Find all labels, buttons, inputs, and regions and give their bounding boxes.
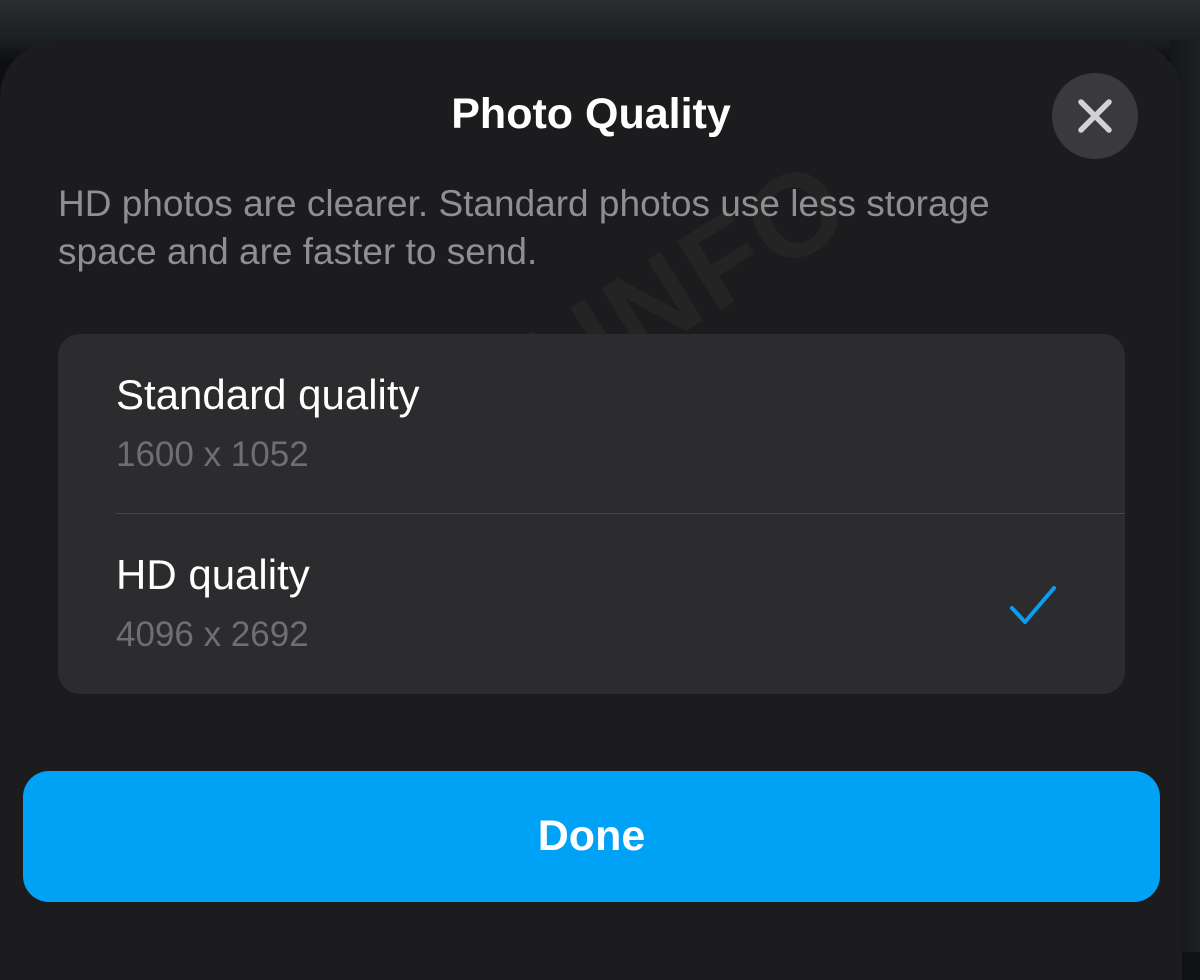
sheet-description: HD photos are clearer. Standard photos u… <box>58 183 990 272</box>
quality-options-list: Standard quality 1600 x 1052 HD quality … <box>58 334 1125 694</box>
option-label: HD quality <box>116 551 310 598</box>
option-resolution: 4096 x 2692 <box>116 615 309 654</box>
done-button[interactable]: Done <box>23 771 1160 902</box>
checkmark-icon <box>1010 586 1056 624</box>
close-icon <box>1078 99 1112 133</box>
sheet-title: Photo Quality <box>451 90 731 138</box>
option-resolution: 1600 x 1052 <box>116 435 309 474</box>
option-standard-quality[interactable]: Standard quality 1600 x 1052 <box>58 334 1125 514</box>
close-button[interactable] <box>1052 73 1138 159</box>
option-label: Standard quality <box>116 371 420 418</box>
option-hd-quality[interactable]: HD quality 4096 x 2692 <box>58 514 1125 694</box>
